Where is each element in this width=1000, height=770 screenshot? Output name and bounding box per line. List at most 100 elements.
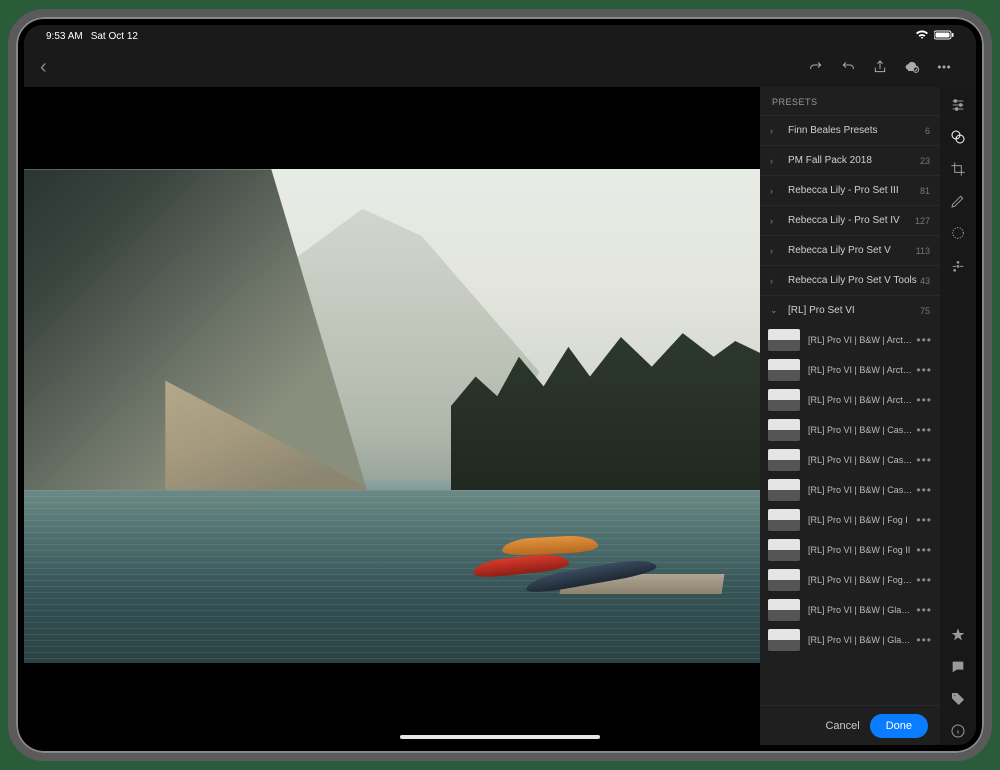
brush-tool-icon[interactable] bbox=[944, 187, 972, 215]
preset-item[interactable]: [RL] Pro VI | B&W | Fog I••• bbox=[760, 505, 940, 535]
preset-item[interactable]: [RL] Pro VI | B&W | Arctic II••• bbox=[760, 355, 940, 385]
group-count: 6 bbox=[925, 126, 930, 136]
preset-group-expanded[interactable]: ⌄ [RL] Pro Set VI 75 bbox=[760, 295, 940, 325]
preset-name: [RL] Pro VI | B&W | Arctic I bbox=[808, 335, 912, 345]
preset-thumb bbox=[768, 539, 800, 561]
group-count: 43 bbox=[920, 276, 930, 286]
preset-item[interactable]: [RL] Pro VI | B&W | Casabl…••• bbox=[760, 475, 940, 505]
status-date: Sat Oct 12 bbox=[91, 31, 138, 42]
preset-more-icon[interactable]: ••• bbox=[912, 543, 932, 557]
tool-rail bbox=[940, 87, 976, 745]
star-icon[interactable] bbox=[944, 621, 972, 649]
preset-item[interactable]: [RL] Pro VI | B&W | Casabl…••• bbox=[760, 415, 940, 445]
panel-footer: Cancel Done bbox=[760, 705, 940, 745]
home-indicator[interactable] bbox=[400, 735, 600, 739]
comment-icon[interactable] bbox=[944, 653, 972, 681]
group-count: 75 bbox=[920, 306, 930, 316]
preset-item[interactable]: [RL] Pro VI | B&W | Arctic III••• bbox=[760, 385, 940, 415]
preset-more-icon[interactable]: ••• bbox=[912, 573, 932, 587]
group-count: 81 bbox=[920, 186, 930, 196]
ipad-frame: 9:53 AM Sat Oct 12 ‹ bbox=[8, 9, 992, 761]
back-button[interactable]: ‹ bbox=[40, 56, 47, 79]
panel-title: PRESETS bbox=[760, 87, 940, 115]
wifi-icon bbox=[915, 30, 929, 43]
preset-name: [RL] Pro VI | B&W | Fog II bbox=[808, 545, 912, 555]
preset-item[interactable]: [RL] Pro VI | B&W | Fog II••• bbox=[760, 535, 940, 565]
preset-group[interactable]: › Finn Beales Presets 6 bbox=[760, 115, 940, 145]
preset-item[interactable]: [RL] Pro VI | B&W | Casabl…••• bbox=[760, 445, 940, 475]
sliders-tool-icon[interactable] bbox=[944, 91, 972, 119]
group-name: PM Fall Pack 2018 bbox=[788, 155, 920, 166]
chevron-right-icon: › bbox=[770, 216, 782, 226]
selective-tool-icon[interactable] bbox=[944, 251, 972, 279]
chevron-right-icon: › bbox=[770, 186, 782, 196]
preset-name: [RL] Pro VI | B&W | Casabl… bbox=[808, 425, 912, 435]
preset-thumb bbox=[768, 509, 800, 531]
preset-more-icon[interactable]: ••• bbox=[912, 513, 932, 527]
group-name: Rebecca Lily - Pro Set IV bbox=[788, 215, 915, 226]
preset-name: [RL] Pro VI | B&W | Arctic II bbox=[808, 365, 912, 375]
tag-icon[interactable] bbox=[944, 685, 972, 713]
done-button[interactable]: Done bbox=[870, 714, 928, 738]
chevron-right-icon: › bbox=[770, 246, 782, 256]
preset-name: [RL] Pro VI | B&W | Casabl… bbox=[808, 485, 912, 495]
undo-button[interactable] bbox=[832, 51, 864, 83]
preset-more-icon[interactable]: ••• bbox=[912, 633, 932, 647]
preset-thumb bbox=[768, 389, 800, 411]
chevron-right-icon: › bbox=[770, 156, 782, 166]
redo-button[interactable] bbox=[800, 51, 832, 83]
info-icon[interactable] bbox=[944, 717, 972, 745]
screen: 9:53 AM Sat Oct 12 ‹ bbox=[24, 25, 976, 745]
preset-name: [RL] Pro VI | B&W | Arctic III bbox=[808, 395, 912, 405]
group-name: Finn Beales Presets bbox=[788, 125, 925, 136]
group-count: 127 bbox=[915, 216, 930, 226]
preset-thumb bbox=[768, 449, 800, 471]
radial-tool-icon[interactable] bbox=[944, 219, 972, 247]
group-name: Rebecca Lily Pro Set V Tools bbox=[788, 275, 920, 286]
preset-group[interactable]: › Rebecca Lily Pro Set V Tools 43 bbox=[760, 265, 940, 295]
presets-panel: PRESETS › Finn Beales Presets 6 › PM Fal… bbox=[760, 87, 940, 745]
preset-name: [RL] Pro VI | B&W | Fog I bbox=[808, 515, 912, 525]
preset-more-icon[interactable]: ••• bbox=[912, 453, 932, 467]
preset-thumb bbox=[768, 479, 800, 501]
preset-thumb bbox=[768, 599, 800, 621]
preset-thumb bbox=[768, 359, 800, 381]
preset-more-icon[interactable]: ••• bbox=[912, 363, 932, 377]
edited-photo bbox=[24, 169, 760, 663]
preset-more-icon[interactable]: ••• bbox=[912, 393, 932, 407]
preset-group[interactable]: › Rebecca Lily - Pro Set IV 127 bbox=[760, 205, 940, 235]
preset-more-icon[interactable]: ••• bbox=[912, 423, 932, 437]
preset-name: [RL] Pro VI | B&W | Fog III bbox=[808, 575, 912, 585]
battery-icon bbox=[934, 30, 954, 43]
preset-item[interactable]: [RL] Pro VI | B&W | Arctic I••• bbox=[760, 325, 940, 355]
cancel-button[interactable]: Cancel bbox=[825, 720, 859, 732]
preset-thumb bbox=[768, 569, 800, 591]
photo-canvas[interactable] bbox=[24, 87, 760, 745]
preset-item[interactable]: [RL] Pro VI | B&W | Fog III••• bbox=[760, 565, 940, 595]
preset-thumb bbox=[768, 329, 800, 351]
chevron-right-icon: › bbox=[770, 126, 782, 136]
status-time: 9:53 AM bbox=[46, 31, 83, 42]
crop-tool-icon[interactable] bbox=[944, 155, 972, 183]
cloud-sync-icon[interactable] bbox=[896, 51, 928, 83]
chevron-down-icon: ⌄ bbox=[770, 305, 782, 316]
preset-thumb bbox=[768, 629, 800, 651]
preset-more-icon[interactable]: ••• bbox=[912, 333, 932, 347]
more-button[interactable] bbox=[928, 51, 960, 83]
group-count: 113 bbox=[916, 246, 930, 256]
app-body: PRESETS › Finn Beales Presets 6 › PM Fal… bbox=[24, 87, 976, 745]
preset-thumb bbox=[768, 419, 800, 441]
preset-list: [RL] Pro VI | B&W | Arctic I••• [RL] Pro… bbox=[760, 325, 940, 705]
share-button[interactable] bbox=[864, 51, 896, 83]
group-count: 23 bbox=[920, 156, 930, 166]
preset-group[interactable]: › PM Fall Pack 2018 23 bbox=[760, 145, 940, 175]
preset-group[interactable]: › Rebecca Lily Pro Set V 113 bbox=[760, 235, 940, 265]
preset-item[interactable]: [RL] Pro VI | B&W | Glacier II••• bbox=[760, 625, 940, 655]
preset-more-icon[interactable]: ••• bbox=[912, 483, 932, 497]
preset-name: [RL] Pro VI | B&W | Glacier II bbox=[808, 635, 912, 645]
preset-item[interactable]: [RL] Pro VI | B&W | Glacier I••• bbox=[760, 595, 940, 625]
presets-tool-icon[interactable] bbox=[944, 123, 972, 151]
preset-group[interactable]: › Rebecca Lily - Pro Set III 81 bbox=[760, 175, 940, 205]
preset-more-icon[interactable]: ••• bbox=[912, 603, 932, 617]
preset-name: [RL] Pro VI | B&W | Casabl… bbox=[808, 455, 912, 465]
